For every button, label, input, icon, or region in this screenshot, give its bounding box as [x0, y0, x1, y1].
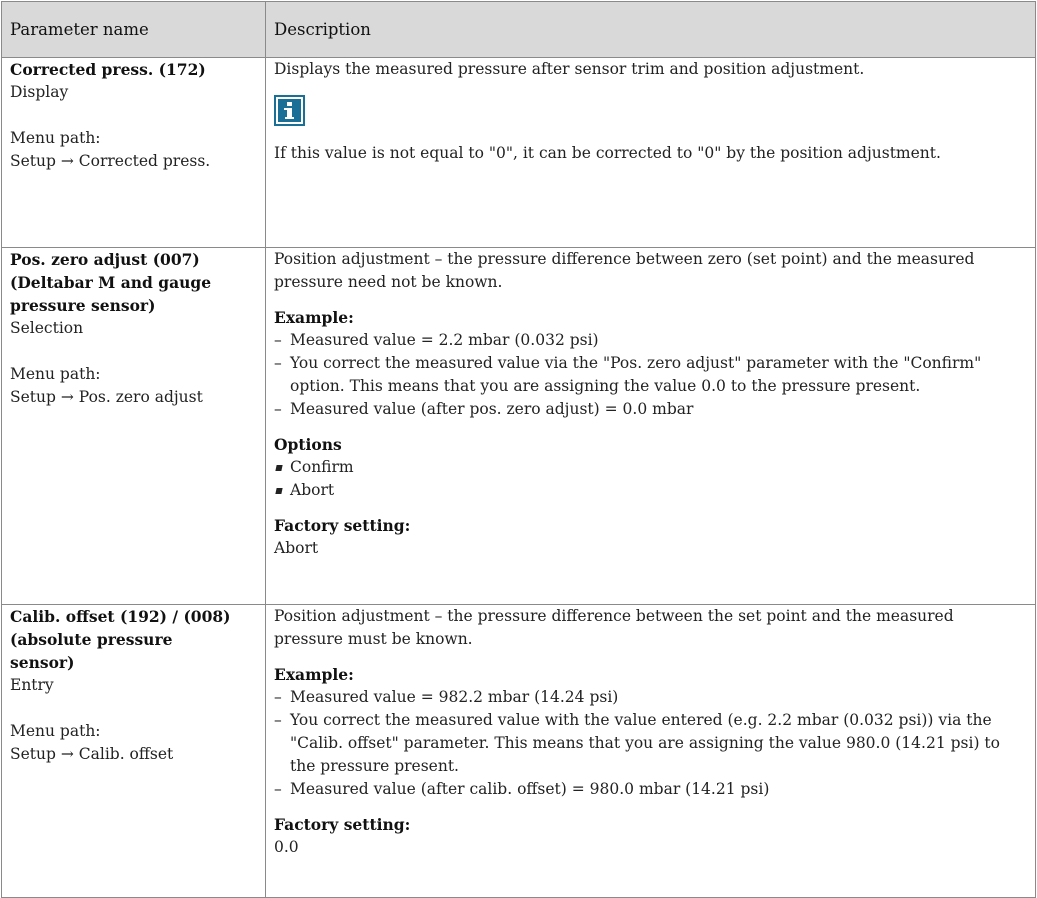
example-label: Example:: [274, 665, 354, 684]
list-item: Confirm: [274, 456, 1027, 479]
factory-setting-value: 0.0: [274, 838, 299, 856]
description-cell: Position adjustment – the pressure diffe…: [265, 247, 1036, 605]
header-description: Description: [265, 1, 1036, 58]
table-row: Calib. offset (192) / (008) (absolute pr…: [1, 604, 1036, 898]
list-item: Measured value = 2.2 mbar (0.032 psi): [274, 329, 1027, 352]
menu-path: Setup → Pos. zero adjust: [10, 388, 203, 406]
parameter-type: Display: [10, 83, 69, 101]
example-list: Measured value = 2.2 mbar (0.032 psi) Yo…: [274, 329, 1027, 421]
description-text: Displays the measured pressure after sen…: [274, 60, 865, 78]
list-item: Measured value (after pos. zero adjust) …: [274, 398, 1027, 421]
description-text: Position adjustment – the pressure diffe…: [274, 607, 954, 648]
description-cell: Displays the measured pressure after sen…: [265, 57, 1036, 248]
description-text: Position adjustment – the pressure diffe…: [274, 250, 975, 291]
list-item: Abort: [274, 479, 1027, 502]
options-label: Options: [274, 435, 342, 454]
menu-path-label: Menu path:: [10, 365, 101, 383]
list-item: Measured value = 982.2 mbar (14.24 psi): [274, 686, 1027, 709]
example-label: Example:: [274, 308, 354, 327]
header-parameter-name: Parameter name: [1, 1, 266, 58]
description-cell: Position adjustment – the pressure diffe…: [265, 604, 1036, 898]
list-item: Measured value (after calib. offset) = 9…: [274, 778, 1027, 801]
list-item: You correct the measured value via the "…: [274, 352, 1027, 398]
parameter-name: sensor): [10, 653, 75, 672]
factory-setting-label: Factory setting:: [274, 815, 411, 834]
parameter-cell: Pos. zero adjust (007) (Deltabar M and g…: [1, 247, 266, 605]
info-icon: [274, 95, 305, 126]
menu-path: Setup → Corrected press.: [10, 152, 211, 170]
factory-setting-value: Abort: [274, 539, 319, 557]
options-list: Confirm Abort: [274, 456, 1027, 502]
parameter-cell: Corrected press. (172) Display Menu path…: [1, 57, 266, 248]
factory-setting-label: Factory setting:: [274, 516, 411, 535]
parameter-name: (Deltabar M and gauge: [10, 273, 212, 292]
menu-path: Setup → Calib. offset: [10, 745, 174, 763]
parameter-name: Pos. zero adjust (007): [10, 250, 200, 269]
parameter-name: Corrected press. (172): [10, 60, 206, 79]
parameter-type: Entry: [10, 676, 54, 694]
table-header-row: Parameter name Description: [1, 1, 1036, 58]
example-list: Measured value = 982.2 mbar (14.24 psi) …: [274, 686, 1027, 801]
parameter-name: pressure sensor): [10, 296, 156, 315]
parameter-name: (absolute pressure: [10, 630, 173, 649]
menu-path-label: Menu path:: [10, 129, 101, 147]
parameter-type: Selection: [10, 319, 84, 337]
parameter-name: Calib. offset (192) / (008): [10, 607, 231, 626]
menu-path-label: Menu path:: [10, 722, 101, 740]
table-row: Pos. zero adjust (007) (Deltabar M and g…: [1, 247, 1036, 605]
parameter-cell: Calib. offset (192) / (008) (absolute pr…: [1, 604, 266, 898]
note-text: If this value is not equal to "0", it ca…: [274, 144, 941, 162]
table-row: Corrected press. (172) Display Menu path…: [1, 57, 1036, 248]
parameter-table: Parameter name Description Corrected pre…: [1, 1, 1036, 898]
list-item: You correct the measured value with the …: [274, 709, 1027, 778]
